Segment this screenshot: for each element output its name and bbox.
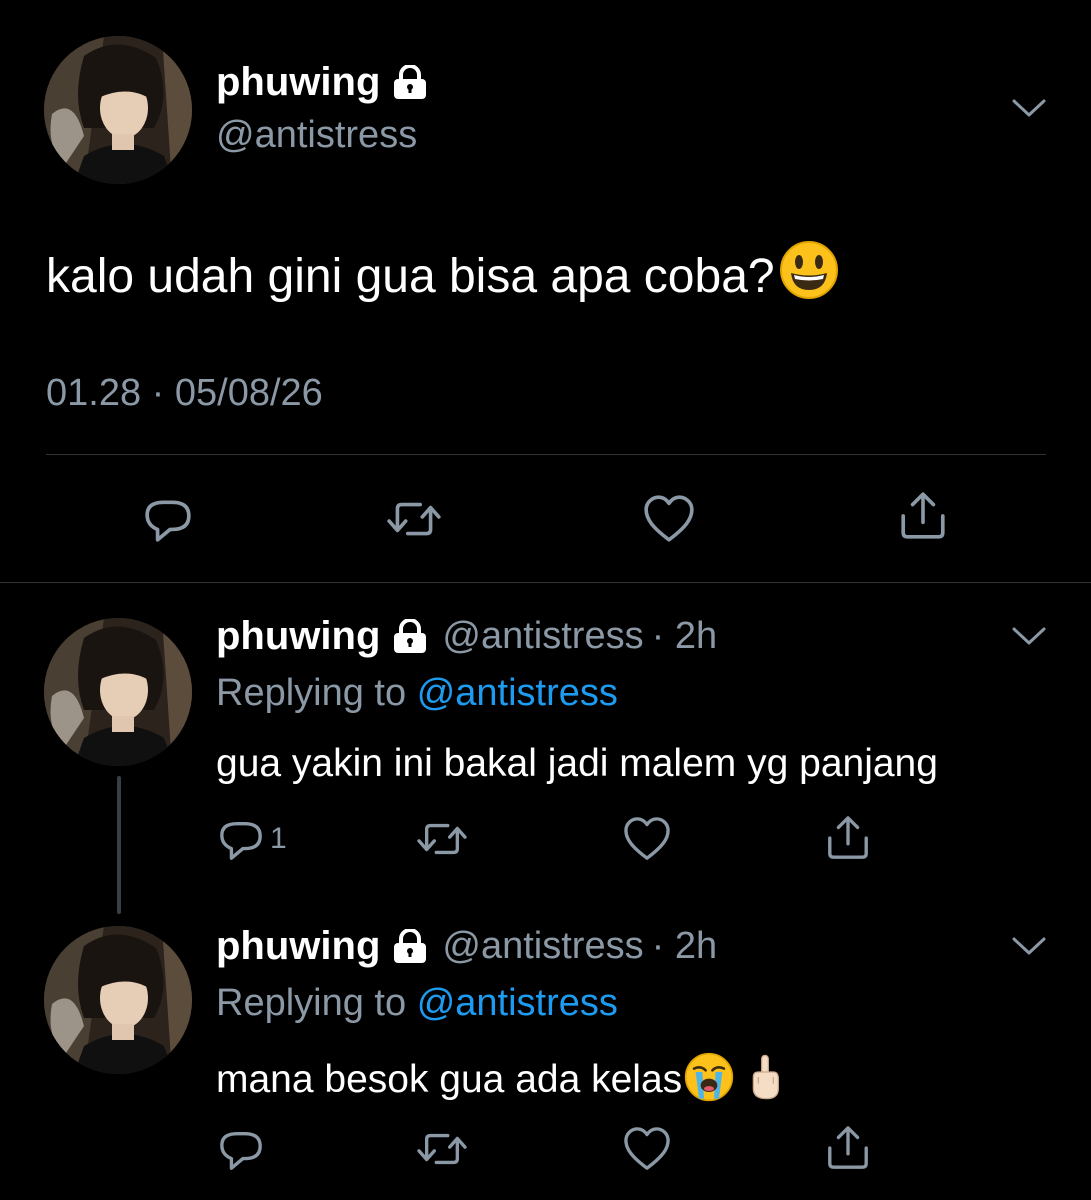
avatar[interactable] (44, 926, 192, 1074)
mention-link[interactable]: @antistress (417, 672, 618, 714)
lock-icon (390, 619, 430, 655)
display-name[interactable]: phuwing (216, 60, 430, 105)
grinning-face-emoji (779, 240, 839, 300)
reply-icon (143, 494, 193, 544)
chevron-down-icon[interactable] (1012, 98, 1046, 118)
reply-text: gua yakin ini bakal jadi malem yg panjan… (216, 742, 938, 785)
mention-link[interactable]: @antistress (417, 982, 618, 1024)
reply-time: · 2h (651, 615, 718, 657)
tweet-text: kalo udah gini gua bisa apa coba? (46, 240, 839, 304)
retweet-button[interactable] (414, 816, 470, 862)
share-icon (898, 490, 948, 542)
retweet-icon (414, 816, 470, 862)
retweet-icon (385, 494, 443, 544)
tweet-timestamp[interactable]: 01.28 · 05/08/26 (46, 372, 323, 415)
reply-text: mana besok gua ada kelas (216, 1052, 782, 1102)
thread-line (117, 776, 121, 914)
divider (0, 582, 1091, 583)
reply-text-content: mana besok gua ada kelas (216, 1058, 683, 1101)
display-name[interactable]: phuwing (216, 924, 380, 969)
handle[interactable]: @antistress (216, 114, 417, 157)
replying-to: Replying to @antistress (216, 982, 618, 1025)
reply-button[interactable] (218, 1126, 264, 1172)
chevron-down-icon[interactable] (1012, 936, 1046, 956)
retweet-icon (414, 1126, 470, 1172)
reply-icon (218, 1126, 264, 1172)
avatar-photo (44, 36, 192, 184)
handle[interactable]: @antistress (442, 615, 643, 658)
reply-header: phuwing @antistress · 2h (216, 924, 717, 969)
replying-label: Replying to (216, 672, 407, 714)
reply-icon (218, 816, 264, 862)
share-button[interactable] (825, 1124, 871, 1172)
middle-finger-emoji (748, 1052, 782, 1102)
reply-button[interactable]: 1 (218, 816, 287, 862)
replying-to: Replying to @antistress (216, 672, 618, 715)
lock-icon (390, 65, 430, 101)
tweet-text-content: kalo udah gini gua bisa apa coba? (46, 250, 775, 303)
share-icon (825, 1124, 871, 1172)
reply-header: phuwing @antistress · 2h (216, 614, 717, 659)
handle[interactable]: @antistress (442, 925, 643, 968)
divider (46, 454, 1046, 455)
reply-count: 1 (270, 822, 287, 855)
retweet-button[interactable] (414, 1126, 470, 1172)
tweet-thread-screen: phuwing @antistress kalo udah gini gua b… (0, 0, 1091, 1200)
like-icon (622, 816, 672, 862)
avatar-photo (44, 618, 192, 766)
like-icon (622, 1126, 672, 1172)
loudly-crying-face-emoji (684, 1052, 734, 1102)
share-icon (825, 814, 871, 862)
like-button[interactable] (642, 494, 696, 544)
display-name[interactable]: phuwing (216, 614, 380, 659)
replying-label: Replying to (216, 982, 407, 1024)
chevron-down-icon[interactable] (1012, 626, 1046, 646)
lock-icon (390, 929, 430, 965)
reply-time: · 2h (651, 925, 718, 967)
like-icon (642, 494, 696, 544)
share-button[interactable] (825, 814, 871, 862)
avatar-photo (44, 926, 192, 1074)
avatar[interactable] (44, 618, 192, 766)
display-name-text: phuwing (216, 60, 381, 104)
retweet-button[interactable] (385, 494, 443, 544)
share-button[interactable] (898, 490, 948, 542)
avatar[interactable] (44, 36, 192, 184)
like-button[interactable] (622, 1126, 672, 1172)
reply-button[interactable] (143, 494, 193, 544)
like-button[interactable] (622, 816, 672, 862)
